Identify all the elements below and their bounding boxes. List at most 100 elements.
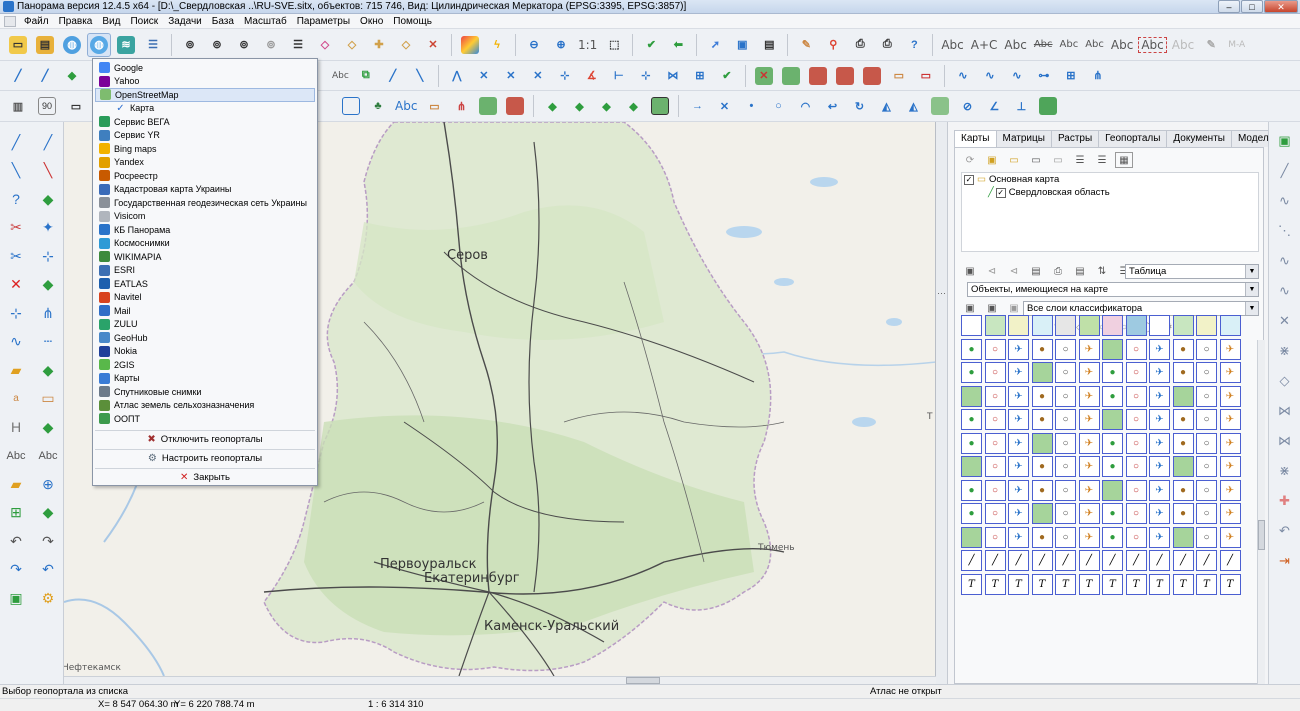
- globe-icon[interactable]: ◍: [60, 33, 84, 57]
- object-info-icon[interactable]: ▣: [730, 33, 754, 57]
- classifier-symbol[interactable]: ○: [1055, 338, 1076, 360]
- classifier-symbol[interactable]: T: [1172, 573, 1194, 595]
- area-edit-2-icon[interactable]: [806, 64, 830, 88]
- extend-icon[interactable]: ⊢: [607, 64, 631, 88]
- classifier-symbol[interactable]: ✈: [1008, 409, 1029, 430]
- iron-icon[interactable]: ◭: [874, 94, 898, 118]
- map-pin-icon[interactable]: ⚲: [821, 33, 845, 57]
- text-tool-5[interactable]: Abc: [1058, 39, 1081, 50]
- area-edit-3-icon[interactable]: [833, 64, 857, 88]
- classifier-symbol[interactable]: ╱: [1196, 550, 1217, 571]
- classifier-symbol[interactable]: ✈: [1219, 432, 1241, 454]
- cross-icon[interactable]: ✕: [712, 94, 736, 118]
- close-window-button[interactable]: ✕: [1264, 0, 1298, 13]
- add-right-icon[interactable]: ✚: [1273, 490, 1297, 512]
- classifier-symbol[interactable]: ○: [984, 503, 1006, 524]
- delete-icon[interactable]: ✕: [2, 272, 30, 298]
- classifier-symbol[interactable]: ●: [1031, 526, 1053, 548]
- view-mode-select[interactable]: Таблица ▼: [1125, 264, 1259, 279]
- text-tool-button[interactable]: Abc: [2, 443, 30, 469]
- classifier-symbol[interactable]: [1031, 503, 1053, 524]
- select-area-icon[interactable]: ◇: [340, 33, 364, 57]
- objects-filter-select[interactable]: Объекты, имеющиеся на карте ▼: [967, 282, 1259, 297]
- classifier-symbol[interactable]: T: [961, 573, 982, 595]
- classifier-symbol[interactable]: ✈: [1008, 432, 1029, 454]
- classifier-symbol[interactable]: ╱: [961, 550, 982, 571]
- classifier-symbol[interactable]: ○: [1125, 385, 1147, 407]
- classifier-symbol[interactable]: ○: [1125, 409, 1147, 430]
- refresh-icon[interactable]: ⟳: [961, 152, 979, 168]
- classifier-symbol[interactable]: ○: [984, 456, 1006, 477]
- classifier-symbol[interactable]: ○: [1055, 385, 1076, 407]
- classifier-symbol[interactable]: ○: [1196, 503, 1217, 524]
- classifier-symbol[interactable]: ✈: [1078, 409, 1100, 430]
- open-map-icon[interactable]: ▤: [33, 33, 57, 57]
- polygon-add-icon[interactable]: ◆: [540, 94, 564, 118]
- area-edit-4-icon[interactable]: [860, 64, 884, 88]
- curve-icon[interactable]: ∿: [951, 64, 975, 88]
- tab-rasters[interactable]: Растры: [1050, 130, 1100, 147]
- classifier-symbol[interactable]: ●: [1102, 456, 1123, 477]
- find-text-icon[interactable]: ⊚: [205, 33, 229, 57]
- classifier-symbol[interactable]: ●: [1031, 479, 1053, 501]
- menu-database[interactable]: База: [207, 16, 239, 27]
- classifier-symbol[interactable]: ✈: [1149, 432, 1170, 454]
- map-layers-icon[interactable]: ▣: [961, 263, 979, 279]
- pointer-icon[interactable]: ➚: [703, 33, 727, 57]
- geoportal-item-satellite[interactable]: Спутниковые снимки: [95, 385, 315, 399]
- mesh-right-icon[interactable]: ⋈: [1273, 430, 1297, 452]
- check-topology-icon[interactable]: ✔: [715, 64, 739, 88]
- graph-icon[interactable]: ⋔: [1086, 64, 1110, 88]
- curve-tool-icon[interactable]: ∿: [2, 329, 30, 355]
- classifier-symbol[interactable]: ✈: [1078, 432, 1100, 454]
- geoportal-item-mail[interactable]: Mail: [95, 304, 315, 318]
- geoportal-action-1[interactable]: ⚙ Настроить геопорталы: [95, 450, 315, 467]
- classifier-symbol[interactable]: ●: [1172, 503, 1194, 524]
- classifier-symbol[interactable]: [1172, 315, 1194, 336]
- join-icon[interactable]: ⋈: [661, 64, 685, 88]
- geoportal-item-oopt[interactable]: ООПТ: [95, 412, 315, 426]
- loop-icon[interactable]: ↻: [847, 94, 871, 118]
- print-list-icon[interactable]: ⎙: [1049, 263, 1067, 279]
- text-tool-9[interactable]: Abc: [1170, 38, 1196, 52]
- classifier-symbol[interactable]: ✈: [1078, 385, 1100, 407]
- geoportal-action-2[interactable]: ✕ Закрыть: [95, 469, 315, 486]
- classifier-symbol[interactable]: ╱: [1149, 550, 1170, 571]
- classifier-symbol[interactable]: [1078, 315, 1100, 336]
- classifier-symbol[interactable]: T: [1196, 573, 1217, 595]
- classifier-symbol[interactable]: ✈: [1149, 456, 1170, 477]
- maximize-button[interactable]: □: [1241, 0, 1263, 13]
- classifier-symbol[interactable]: ✈: [1078, 526, 1100, 548]
- ruler-icon[interactable]: ▥: [6, 94, 30, 118]
- classifier-symbol[interactable]: ○: [984, 338, 1006, 360]
- classifier-symbol[interactable]: ○: [984, 479, 1006, 501]
- classifier-symbol[interactable]: ○: [1196, 385, 1217, 407]
- classifier-symbol[interactable]: ╱: [1031, 550, 1053, 571]
- classifier-symbol[interactable]: ●: [1172, 479, 1194, 501]
- zoom-in-icon[interactable]: ⊕: [549, 33, 573, 57]
- classifier-symbol[interactable]: ✈: [1219, 409, 1241, 430]
- geoportal-item-esri[interactable]: ESRI: [95, 264, 315, 278]
- folder-icon[interactable]: ▭: [1005, 152, 1023, 168]
- classifier-symbol[interactable]: ●: [961, 503, 982, 524]
- classifier-symbol[interactable]: ○: [1055, 503, 1076, 524]
- edit-line-icon[interactable]: ╱: [381, 64, 405, 88]
- geoportal-item-ukraine-geodesy[interactable]: Государственная геодезическая сеть Украи…: [95, 196, 315, 210]
- line-edit-icon[interactable]: ╲: [2, 158, 30, 184]
- classifier-symbol[interactable]: ✈: [1219, 385, 1241, 407]
- scrollbar-thumb[interactable]: [1258, 520, 1265, 550]
- geoportal-item-visicom[interactable]: Visicom: [95, 210, 315, 224]
- new-map-icon[interactable]: ▭: [1027, 152, 1045, 168]
- cut-line-icon[interactable]: ╲: [408, 64, 432, 88]
- classifier-symbol[interactable]: ╱: [1055, 550, 1076, 571]
- list-icon[interactable]: ☰: [286, 33, 310, 57]
- vertex-split-icon[interactable]: ✕: [526, 64, 550, 88]
- classifier-symbol[interactable]: ○: [1125, 338, 1147, 360]
- classifier-symbol[interactable]: [984, 315, 1006, 336]
- classifier-symbol[interactable]: ✈: [1008, 479, 1029, 501]
- classifier-symbol[interactable]: ●: [961, 479, 982, 501]
- polyline-right-icon[interactable]: ∿: [1273, 190, 1297, 212]
- classifier-symbol[interactable]: ○: [1055, 409, 1076, 430]
- classifier-symbol[interactable]: [1055, 315, 1076, 336]
- classifier-symbol[interactable]: ○: [1125, 362, 1147, 383]
